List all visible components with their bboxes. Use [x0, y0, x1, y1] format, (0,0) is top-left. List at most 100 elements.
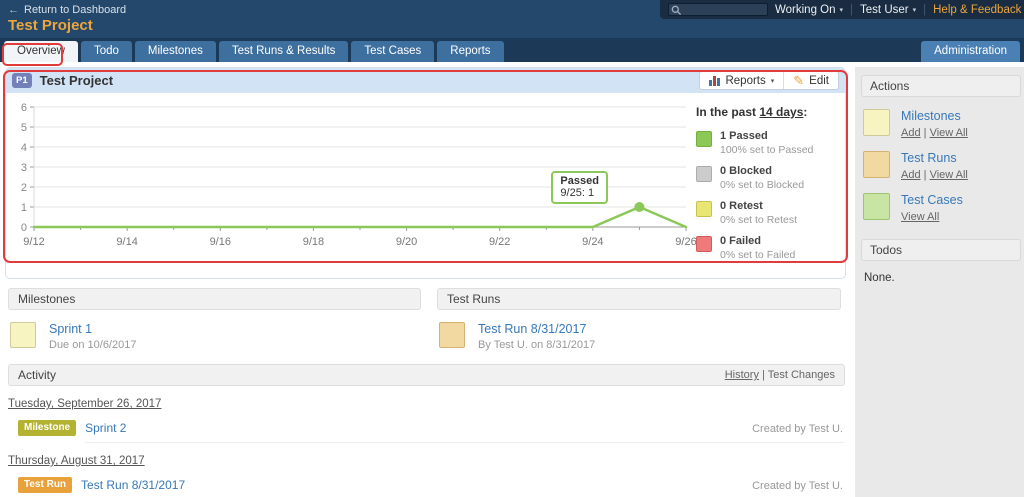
svg-text:4: 4 — [21, 142, 27, 154]
history-link[interactable]: History — [725, 369, 759, 381]
legend-entry-failed: 0 Failed 0% set to Failed — [696, 235, 841, 261]
milestone-icon — [863, 109, 890, 136]
sidebar-item-test-runs: Test Runs Add | View All — [863, 151, 1021, 181]
test-run-list-item: Test Run 8/31/2017 By Test U. on 8/31/20… — [439, 322, 841, 351]
legend-entry-retest: 0 Retest 0% set to Retest — [696, 200, 841, 226]
test-run-icon — [863, 151, 890, 178]
separator: | — [923, 127, 927, 139]
past-days-link[interactable]: 14 days — [759, 105, 803, 119]
search-box — [668, 3, 768, 16]
separator: | — [850, 3, 854, 16]
main-column: P1 Test Project Reports ▾ ✎ Edit 012 3 4… — [0, 67, 849, 497]
retest-swatch — [696, 201, 712, 217]
tab-bar: Overview Todo Milestones Test Runs & Res… — [0, 38, 1024, 62]
reports-dropdown-button[interactable]: Reports ▾ — [700, 72, 783, 89]
chart-tooltip: Passed 9/25: 1 — [551, 171, 608, 204]
activity-item-meta: Created by Test U. — [752, 480, 843, 492]
activity-group: Thursday, August 31, 2017 Test Run Test … — [8, 443, 845, 497]
svg-text:6: 6 — [21, 102, 27, 114]
test-changes-link[interactable]: Test Changes — [768, 369, 835, 381]
svg-text:5: 5 — [21, 122, 27, 134]
test-runs-link[interactable]: Test Runs — [901, 151, 968, 165]
svg-text:9/14: 9/14 — [116, 236, 137, 248]
activity-item-link[interactable]: Sprint 2 — [85, 421, 126, 435]
svg-text:9/16: 9/16 — [210, 236, 231, 248]
chevron-down-icon: ▾ — [912, 6, 917, 14]
search-icon — [671, 5, 682, 16]
test-run-link[interactable]: Test Run 8/31/2017 — [478, 322, 595, 336]
back-arrow-icon: ← — [8, 4, 19, 16]
tab-test-runs-results[interactable]: Test Runs & Results — [218, 41, 349, 62]
test-run-icon — [439, 322, 465, 348]
top-bar: ← Return to Dashboard Test Project Workin… — [0, 0, 1024, 38]
page-title: Test Project — [8, 17, 93, 34]
milestone-link[interactable]: Sprint 1 — [49, 322, 136, 336]
search-input[interactable] — [668, 3, 768, 16]
activity-date-heading[interactable]: Tuesday, September 26, 2017 — [8, 398, 161, 410]
passed-swatch — [696, 131, 712, 147]
activity-item-link[interactable]: Test Run 8/31/2017 — [81, 478, 185, 492]
milestones-section-header: Milestones — [8, 288, 421, 310]
chart-container: 0 1 2 3 4 5 6 9/12 9/14 9/16 9/18 9/20 9/22 9/24 9/26 … — [8, 99, 696, 251]
milestones-add-link[interactable]: Add — [901, 127, 921, 139]
test-run-badge: Test Run — [18, 477, 73, 493]
edit-button[interactable]: ✎ Edit — [783, 72, 838, 89]
milestones-link[interactable]: Milestones — [901, 109, 968, 123]
sidebar-item-test-cases: Test Cases View All — [863, 193, 1021, 223]
todos-empty-text: None. — [864, 272, 895, 284]
activity-row: Milestone Sprint 2 Created by Test U. — [8, 420, 845, 443]
legend-entry-blocked: 0 Blocked 0% set to Blocked — [696, 165, 841, 191]
svg-text:0: 0 — [21, 222, 27, 234]
test-cases-link[interactable]: Test Cases — [901, 193, 963, 207]
svg-text:9/26: 9/26 — [675, 236, 696, 248]
activity-item-meta: Created by Test U. — [752, 423, 843, 435]
panel-title: Test Project — [39, 73, 114, 88]
legend-title: In the past 14 days: — [696, 105, 808, 119]
test-cases-view-all-link[interactable]: View All — [901, 211, 939, 223]
sidebar-item-milestones: Milestones Add | View All — [863, 109, 1021, 139]
chevron-down-icon: ▾ — [770, 77, 775, 85]
tab-milestones[interactable]: Milestones — [134, 41, 216, 62]
tab-reports[interactable]: Reports — [437, 41, 504, 62]
help-feedback-dropdown[interactable]: Help & Feedback ▾ — [933, 4, 1024, 16]
milestones-section: Milestones Sprint 1 Due on 10/6/2017 — [8, 288, 421, 351]
return-to-dashboard-link[interactable]: ← Return to Dashboard — [8, 4, 126, 16]
test-case-icon — [863, 193, 890, 220]
bar-chart-icon — [709, 75, 721, 86]
milestone-badge: Milestone — [18, 420, 77, 436]
activity-date-heading[interactable]: Thursday, August 31, 2017 — [8, 455, 145, 467]
separator: | — [923, 169, 927, 181]
tab-overview[interactable]: Overview — [4, 41, 78, 62]
tab-todo[interactable]: Todo — [80, 41, 132, 62]
svg-text:1: 1 — [21, 202, 27, 214]
project-overview-panel: P1 Test Project Reports ▾ ✎ Edit 012 3 4… — [5, 67, 846, 279]
working-on-dropdown[interactable]: Working On ▾ — [775, 4, 843, 16]
failed-swatch — [696, 236, 712, 252]
test-run-by: By Test U. on 8/31/2017 — [478, 339, 596, 351]
svg-text:9/24: 9/24 — [582, 236, 603, 248]
back-link-label: Return to Dashboard — [24, 4, 127, 16]
activity-group: Tuesday, September 26, 2017 Milestone Sp… — [8, 386, 845, 443]
user-menu-dropdown[interactable]: Test User ▾ — [860, 4, 916, 16]
panel-buttons: Reports ▾ ✎ Edit — [699, 71, 839, 90]
tab-administration[interactable]: Administration — [921, 41, 1020, 62]
svg-text:9/18: 9/18 — [303, 236, 324, 248]
summary-columns: Milestones Sprint 1 Due on 10/6/2017 Tes… — [8, 288, 845, 351]
svg-text:9/20: 9/20 — [396, 236, 417, 248]
milestone-icon — [10, 322, 36, 348]
chevron-down-icon: ▾ — [839, 6, 844, 14]
milestones-view-all-link[interactable]: View All — [930, 127, 968, 139]
panel-header: P1 Test Project Reports ▾ ✎ Edit — [6, 68, 845, 93]
svg-text:9/22: 9/22 — [489, 236, 510, 248]
project-badge: P1 — [12, 73, 32, 88]
activity-header: Activity History | Test Changes — [8, 364, 845, 386]
svg-text:3: 3 — [21, 162, 27, 174]
chart-legend: In the past 14 days: 1 Passed 100% set t… — [696, 99, 841, 270]
test-runs-view-all-link[interactable]: View All — [930, 169, 968, 181]
test-runs-add-link[interactable]: Add — [901, 169, 921, 181]
panel-body: 0 1 2 3 4 5 6 9/12 9/14 9/16 9/18 9/20 9/22 9/24 9/26 … — [6, 93, 845, 278]
tab-test-cases[interactable]: Test Cases — [351, 41, 435, 62]
svg-text:9/12: 9/12 — [23, 236, 44, 248]
todos-header: Todos — [861, 239, 1021, 261]
actions-header: Actions — [861, 75, 1021, 97]
